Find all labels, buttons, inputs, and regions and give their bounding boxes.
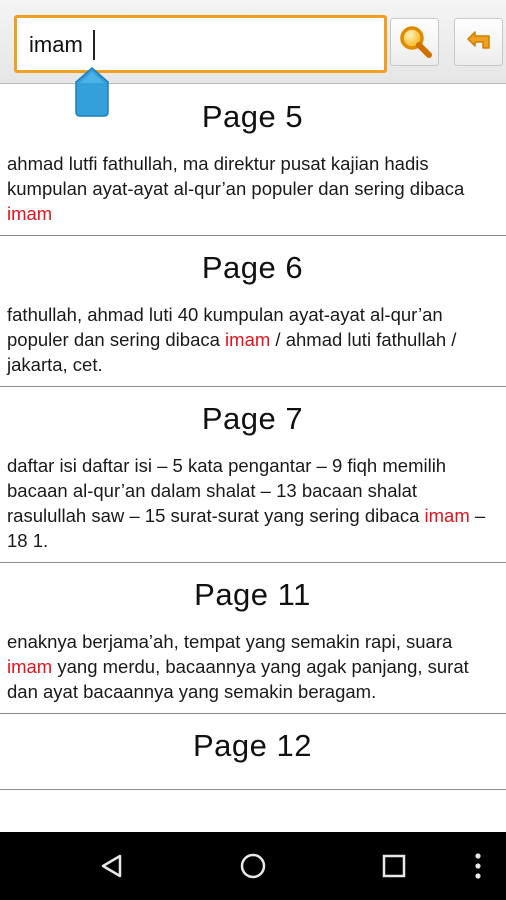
result-snippet: fathullah, ahmad luti 40 kumpulan ayat-a… [7, 304, 457, 375]
search-field[interactable] [14, 15, 387, 73]
search-button[interactable] [390, 18, 439, 66]
result-snippet: daftar isi daftar isi – 5 kata pengantar… [7, 455, 486, 551]
search-input[interactable] [29, 28, 369, 62]
result-snippet: ahmad lutfi fathullah, ma direktur pusat… [7, 153, 465, 224]
text-cursor [93, 30, 95, 60]
result-item[interactable]: Page 11 enaknya berjama’ah, tempat yang … [0, 563, 506, 714]
nav-home-icon [240, 853, 266, 879]
nav-home-button[interactable] [221, 832, 285, 900]
search-results-list: Page 5 ahmad lutfi fathullah, ma direktu… [0, 85, 506, 832]
nav-back-button[interactable] [80, 832, 144, 900]
result-snippet: enaknya berjama’ah, tempat yang semakin … [7, 631, 469, 702]
result-page-title: Page 7 [201, 401, 304, 436]
result-page-title: Page 11 [194, 577, 311, 612]
result-item[interactable]: Page 6 fathullah, ahmad luti 40 kumpulan… [0, 236, 506, 387]
result-page-title: Page 6 [201, 250, 304, 285]
highlighted-term: imam [7, 656, 53, 677]
result-page-title: Page 12 [193, 728, 312, 763]
nav-recents-icon [382, 854, 406, 878]
return-arrow-icon [466, 31, 490, 49]
system-navigation-bar [0, 832, 506, 900]
nav-recents-button[interactable] [362, 832, 426, 900]
overflow-menu-icon [475, 853, 481, 879]
nav-back-icon [101, 854, 122, 878]
highlighted-term: imam [7, 203, 53, 224]
result-item[interactable]: Page 7 daftar isi daftar isi – 5 kata pe… [0, 387, 506, 563]
text-selection-handle[interactable] [74, 66, 110, 118]
result-snippet [7, 780, 498, 789]
highlighted-term: imam [225, 329, 271, 350]
magnifier-icon [399, 26, 432, 58]
result-item[interactable]: Page 12 [0, 714, 506, 790]
overflow-menu-button[interactable] [462, 832, 494, 900]
return-button[interactable] [454, 18, 503, 66]
highlighted-term: imam [424, 505, 470, 526]
